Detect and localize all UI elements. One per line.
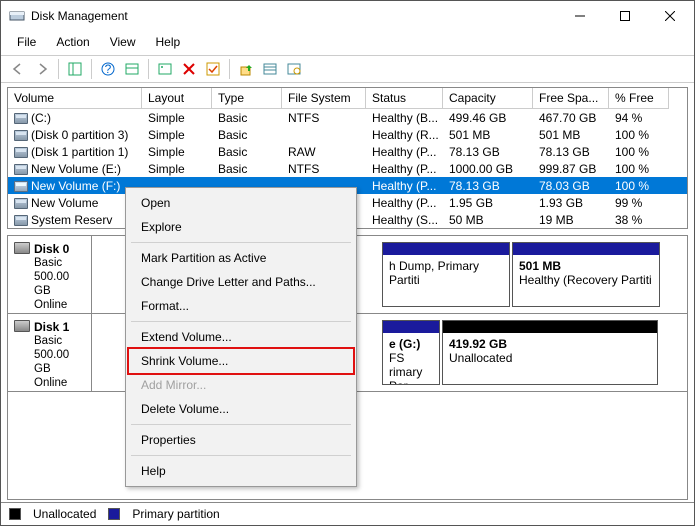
- cm-shrink-volume[interactable]: Shrink Volume...: [127, 347, 355, 375]
- disk-icon: [14, 242, 30, 254]
- help-button[interactable]: ?: [97, 58, 119, 80]
- disk-name: Disk 1: [34, 320, 85, 334]
- cm-delete-volume[interactable]: Delete Volume...: [129, 397, 353, 421]
- legend-primary-swatch: [108, 508, 120, 520]
- disk-info[interactable]: Disk 0Basic500.00 GBOnline: [8, 236, 92, 313]
- volume-icon: [14, 113, 28, 124]
- toolbar: ?: [1, 55, 694, 83]
- disk-size: 500.00 GB: [34, 270, 85, 298]
- volume-name: New Volume (F:): [31, 179, 120, 193]
- volume-row[interactable]: (C:)SimpleBasicNTFSHealthy (B...499.46 G…: [8, 109, 687, 126]
- partition-bar: [383, 321, 439, 333]
- partition-line: Unallocated: [449, 351, 651, 365]
- disk-management-window: Disk Management File Action View Help ?: [0, 0, 695, 526]
- disk-size: 500.00 GB: [34, 348, 85, 376]
- partition-bar: [443, 321, 657, 333]
- nav-back-button[interactable]: [7, 58, 29, 80]
- col-volume[interactable]: Volume: [8, 88, 142, 109]
- cm-help[interactable]: Help: [129, 459, 353, 483]
- view-icon-button[interactable]: [121, 58, 143, 80]
- cm-properties[interactable]: Properties: [129, 428, 353, 452]
- partition-line: rimary Par: [389, 365, 433, 384]
- disk-type: Basic: [34, 256, 85, 270]
- partition[interactable]: 501 MBHealthy (Recovery Partiti: [512, 242, 660, 307]
- volume-name: New Volume (E:): [31, 162, 121, 176]
- list-icon[interactable]: [259, 58, 281, 80]
- volume-row[interactable]: New Volume (E:)SimpleBasicNTFSHealthy (P…: [8, 160, 687, 177]
- menu-action[interactable]: Action: [48, 33, 97, 51]
- legend-unalloc-label: Unallocated: [33, 507, 96, 521]
- partition-line: Healthy (Recovery Partiti: [519, 273, 653, 287]
- cm-explore[interactable]: Explore: [129, 215, 353, 239]
- partition[interactable]: e (G:)FSrimary Par: [382, 320, 440, 385]
- partition-name: 419.92 GB: [449, 337, 651, 351]
- partition-name: 501 MB: [519, 259, 653, 273]
- partition[interactable]: 419.92 GBUnallocated: [442, 320, 658, 385]
- disk-state: Online: [34, 376, 85, 390]
- col-pctfree[interactable]: % Free: [609, 88, 669, 109]
- maximize-button[interactable]: [602, 2, 647, 30]
- volume-name: (Disk 0 partition 3): [31, 128, 128, 142]
- svg-text:?: ?: [105, 62, 112, 76]
- volume-icon: [14, 147, 28, 158]
- volume-icon: [14, 198, 28, 209]
- minimize-button[interactable]: [557, 2, 602, 30]
- refresh-button[interactable]: [154, 58, 176, 80]
- volume-name: New Volume: [31, 196, 98, 210]
- titlebar: Disk Management: [1, 1, 694, 31]
- app-icon: [9, 8, 25, 24]
- col-freespace[interactable]: Free Spa...: [533, 88, 609, 109]
- show-hide-tree-button[interactable]: [64, 58, 86, 80]
- volume-name: (C:): [31, 111, 51, 125]
- menubar: File Action View Help: [1, 31, 694, 55]
- disk-icon: [14, 320, 30, 332]
- col-filesystem[interactable]: File System: [282, 88, 366, 109]
- volume-context-menu: Open Explore Mark Partition as Active Ch…: [125, 187, 357, 487]
- check-icon[interactable]: [202, 58, 224, 80]
- partition-bar: [383, 243, 509, 255]
- col-status[interactable]: Status: [366, 88, 443, 109]
- disk-info[interactable]: Disk 1Basic500.00 GBOnline: [8, 314, 92, 391]
- window-title: Disk Management: [31, 9, 557, 23]
- partition-bar: [513, 243, 659, 255]
- legend-unalloc-swatch: [9, 508, 21, 520]
- properties-icon[interactable]: [283, 58, 305, 80]
- partition-line: FS: [389, 351, 433, 365]
- legend: Unallocated Primary partition: [1, 502, 694, 525]
- legend-primary-label: Primary partition: [132, 507, 219, 521]
- cm-format[interactable]: Format...: [129, 294, 353, 318]
- cm-mark-active[interactable]: Mark Partition as Active: [129, 246, 353, 270]
- cm-extend-volume[interactable]: Extend Volume...: [129, 325, 353, 349]
- menu-help[interactable]: Help: [148, 33, 189, 51]
- volume-list-header: Volume Layout Type File System Status Ca…: [8, 88, 687, 109]
- nav-forward-button[interactable]: [31, 58, 53, 80]
- partition[interactable]: h Dump, Primary Partiti: [382, 242, 510, 307]
- col-capacity[interactable]: Capacity: [443, 88, 533, 109]
- up-icon[interactable]: [235, 58, 257, 80]
- cm-open[interactable]: Open: [129, 191, 353, 215]
- volume-row[interactable]: (Disk 0 partition 3)SimpleBasicHealthy (…: [8, 126, 687, 143]
- cm-change-drive-letter[interactable]: Change Drive Letter and Paths...: [129, 270, 353, 294]
- delete-icon[interactable]: [178, 58, 200, 80]
- col-layout[interactable]: Layout: [142, 88, 212, 109]
- disk-state: Online: [34, 298, 85, 312]
- cm-add-mirror: Add Mirror...: [129, 373, 353, 397]
- col-type[interactable]: Type: [212, 88, 282, 109]
- volume-icon: [14, 215, 28, 226]
- close-button[interactable]: [647, 2, 692, 30]
- menu-file[interactable]: File: [9, 33, 44, 51]
- volume-row[interactable]: (Disk 1 partition 1)SimpleBasicRAWHealth…: [8, 143, 687, 160]
- partition-line: h Dump, Primary Partiti: [389, 259, 503, 287]
- disk-name: Disk 0: [34, 242, 85, 256]
- volume-icon: [14, 181, 28, 192]
- partition-name: e (G:): [389, 337, 433, 351]
- volume-icon: [14, 164, 28, 175]
- volume-name: (Disk 1 partition 1): [31, 145, 128, 159]
- menu-view[interactable]: View: [102, 33, 144, 51]
- volume-name: System Reserv: [31, 213, 112, 227]
- disk-type: Basic: [34, 334, 85, 348]
- volume-icon: [14, 130, 28, 141]
